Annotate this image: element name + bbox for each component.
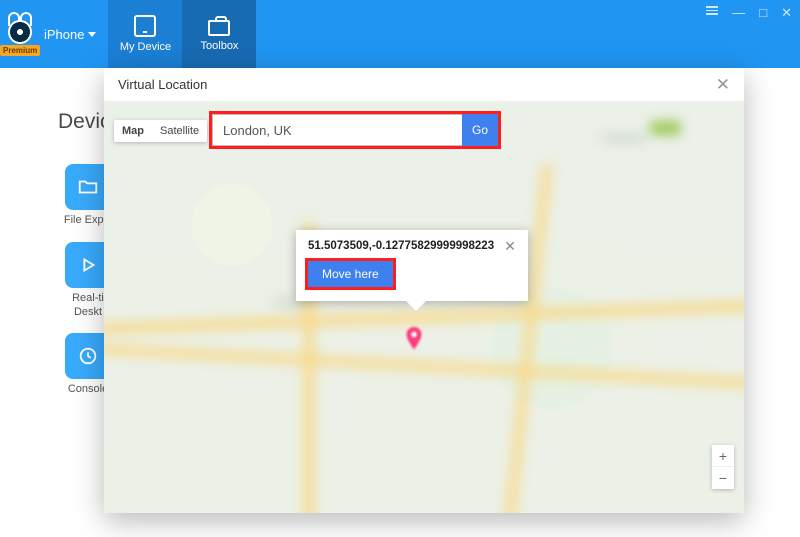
- premium-badge: Premium: [0, 45, 40, 56]
- chevron-down-icon: [88, 32, 96, 37]
- folder-icon: [77, 176, 99, 198]
- maximize-button[interactable]: □: [759, 6, 767, 19]
- clock-icon: [77, 345, 99, 367]
- map-type-switch: Map Satellite: [114, 120, 207, 142]
- minimize-button[interactable]: —: [732, 6, 745, 19]
- dialog-close-button[interactable]: ✕: [716, 75, 730, 95]
- map-type-satellite[interactable]: Satellite: [152, 120, 207, 142]
- map-canvas[interactable]: Chipping mbley A414 Map Satellite Go 51.…: [104, 102, 744, 513]
- go-button[interactable]: Go: [462, 114, 498, 146]
- zoom-controls: + −: [712, 445, 734, 489]
- infowindow-close-button[interactable]: ✕: [504, 239, 516, 253]
- virtual-location-dialog: Virtual Location ✕ Chipping mbley A414 M…: [104, 68, 744, 513]
- close-button[interactable]: ✕: [781, 6, 792, 19]
- map-pin-icon: [404, 327, 424, 353]
- zoom-in-button[interactable]: +: [712, 445, 734, 467]
- nav-label: Toolbox: [201, 40, 239, 52]
- location-search: Go: [212, 114, 498, 146]
- titlebar: Premium iPhone My Device Toolbox — □ ✕: [0, 0, 800, 68]
- menu-icon[interactable]: [706, 6, 718, 15]
- toolbox-icon: [208, 20, 230, 36]
- app-logo: Premium: [6, 18, 38, 50]
- move-here-button[interactable]: Move here: [308, 261, 393, 287]
- dialog-header: Virtual Location ✕: [104, 68, 744, 102]
- play-icon: [77, 254, 99, 276]
- dialog-title: Virtual Location: [118, 77, 207, 92]
- brand: Premium iPhone: [0, 0, 108, 68]
- map-type-map[interactable]: Map: [114, 120, 152, 142]
- zoom-out-button[interactable]: −: [712, 467, 734, 489]
- coordinates-text: 51.5073509,-0.12775829999998223: [308, 240, 494, 252]
- nav-toolbox[interactable]: Toolbox: [182, 0, 256, 68]
- window-controls: — □ ✕: [706, 0, 800, 68]
- location-infowindow: 51.5073509,-0.12775829999998223 ✕ Move h…: [296, 230, 528, 301]
- map-label: Chipping: [601, 132, 644, 144]
- tablet-icon: [134, 15, 156, 37]
- nav-my-device[interactable]: My Device: [108, 0, 182, 68]
- device-selector[interactable]: iPhone: [44, 27, 96, 42]
- road-badge: A414: [651, 122, 680, 134]
- device-selector-label: iPhone: [44, 27, 84, 42]
- search-input[interactable]: [212, 114, 462, 146]
- nav-label: My Device: [120, 41, 171, 53]
